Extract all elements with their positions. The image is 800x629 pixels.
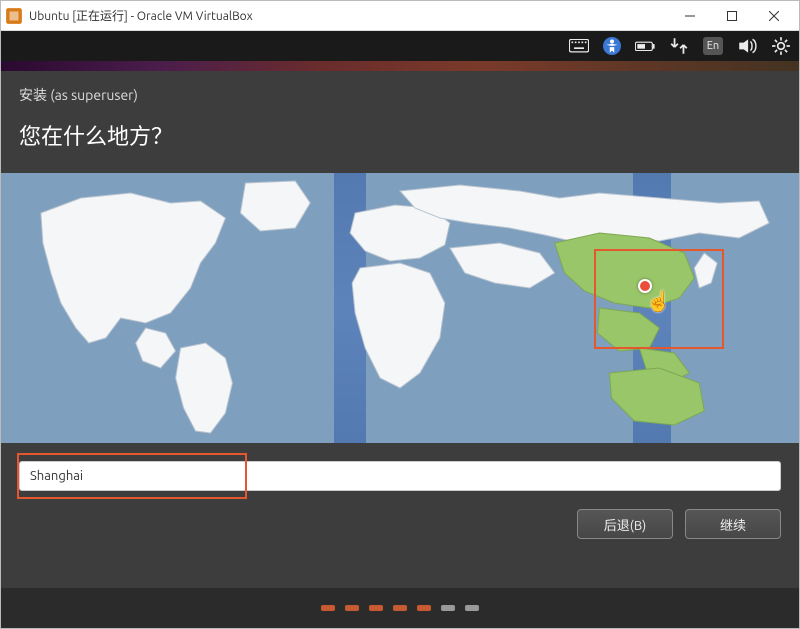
accent-strip (1, 61, 799, 71)
progress-dots (1, 588, 799, 628)
progress-dot (393, 605, 407, 611)
installer-panel: 安装 (as superuser) 您在什么地方？ (1, 71, 799, 588)
progress-dot (345, 605, 359, 611)
location-pin (638, 279, 652, 293)
progress-dot (417, 605, 431, 611)
progress-dot (369, 605, 383, 611)
network-icon[interactable] (669, 37, 689, 55)
guest-screen: En 安装 (as superuser) 您在什么地方？ (1, 31, 799, 628)
installer-header: 安装 (as superuser) (1, 71, 799, 113)
app-icon (5, 7, 23, 25)
continue-button[interactable]: 继续 (685, 509, 781, 539)
window-title: Ubuntu [正在运行] - Oracle VM VirtualBox (29, 7, 669, 24)
accessibility-icon[interactable] (603, 37, 621, 55)
battery-icon[interactable] (635, 37, 655, 55)
highlight-box-map (594, 249, 724, 349)
page-title: 您在什么地方？ (1, 113, 799, 173)
language-indicator[interactable]: En (703, 37, 723, 55)
progress-dot (465, 605, 479, 611)
back-button[interactable]: 后退(B) (577, 509, 673, 539)
progress-dot (441, 605, 455, 611)
highlight-box-input (17, 453, 247, 499)
button-row: 后退(B) 继续 (1, 509, 799, 557)
minimize-button[interactable] (669, 2, 711, 30)
gear-icon[interactable] (771, 37, 791, 55)
progress-dot (321, 605, 335, 611)
timezone-map[interactable]: ☝ (1, 173, 799, 443)
titlebar: Ubuntu [正在运行] - Oracle VM VirtualBox (1, 1, 799, 31)
timezone-form (1, 443, 799, 509)
virtualbox-window: Ubuntu [正在运行] - Oracle VM VirtualBox En … (0, 0, 800, 629)
ubuntu-topbar: En (1, 31, 799, 61)
maximize-button[interactable] (711, 2, 753, 30)
close-button[interactable] (753, 2, 795, 30)
keyboard-icon[interactable] (569, 37, 589, 55)
volume-icon[interactable] (737, 37, 757, 55)
